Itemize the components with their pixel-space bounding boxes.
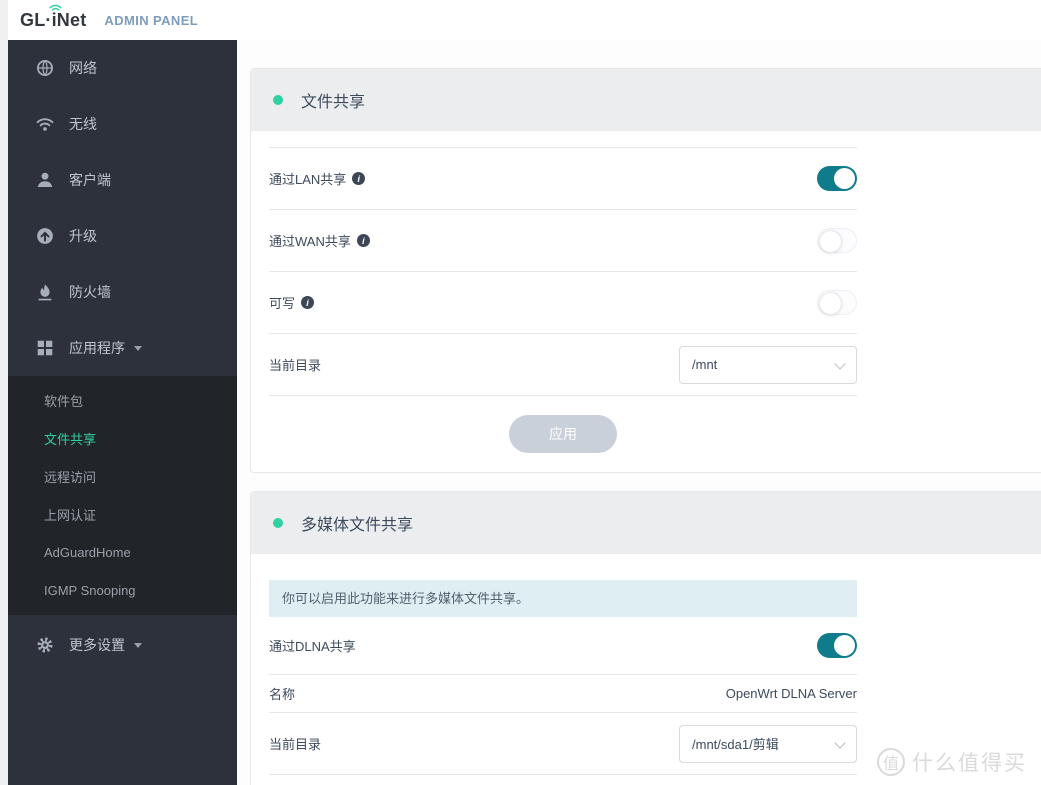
chevron-down-icon <box>134 345 142 351</box>
sidebar-item-label: 更多设置 <box>69 637 125 653</box>
green-dot-icon <box>273 518 283 528</box>
globe-icon <box>36 59 54 77</box>
select-value: /mnt <box>692 357 718 372</box>
dlna-directory-label: 当前目录 <box>269 737 322 752</box>
watermark-badge: 值 <box>877 748 905 776</box>
sidebar: 网络 无线 客户端 升级 防火墙 应用程序 软件包 文件共享 远程访问 上网认证… <box>8 40 237 785</box>
dlna-directory-row: 当前目录 /mnt/sda1/剪辑 <box>269 713 857 775</box>
smzdm-watermark: 值 什么值得买 <box>877 747 1027 777</box>
media-sharing-notice: 你可以启用此功能来进行多媒体文件共享。 <box>269 580 857 617</box>
chevron-down-icon <box>134 642 142 648</box>
sidebar-item-more-settings[interactable]: 更多设置 <box>8 617 237 673</box>
dlna-share-row: 通过DLNA共享 <box>269 617 857 675</box>
left-scrollbar-track[interactable] <box>0 0 8 785</box>
info-icon[interactable] <box>352 172 366 185</box>
dlna-name-value: OpenWrt DLNA Server <box>725 686 857 701</box>
lan-share-row: 通过LAN共享 <box>269 148 857 210</box>
dlna-name-label: 名称 <box>269 687 296 702</box>
sidebar-item-label: 应用程序 <box>69 340 125 356</box>
sidebar-item-wireless[interactable]: 无线 <box>8 96 237 152</box>
sidebar-item-label: 升级 <box>69 228 97 244</box>
info-icon[interactable] <box>356 234 370 247</box>
apply-button[interactable]: 应用 <box>509 415 617 453</box>
sidebar-item-label: 防火墙 <box>69 284 111 300</box>
sidebar-item-remote-access[interactable]: 远程访问 <box>8 457 237 495</box>
sidebar-item-packages[interactable]: 软件包 <box>8 381 237 419</box>
sidebar-item-captive-portal[interactable]: 上网认证 <box>8 495 237 533</box>
writable-label: 可写 <box>269 296 296 311</box>
sidebar-item-firewall[interactable]: 防火墙 <box>8 264 237 320</box>
file-sharing-card: 文件共享 通过LAN共享 通过WAN共享 <box>250 68 1041 473</box>
sidebar-item-clients[interactable]: 客户端 <box>8 152 237 208</box>
sidebar-item-label: 网络 <box>69 60 97 76</box>
file-sharing-card-body: 通过LAN共享 通过WAN共享 可写 <box>251 131 1041 472</box>
sub-item-label: IGMP Snooping <box>44 582 136 598</box>
info-icon[interactable] <box>301 296 315 309</box>
media-sharing-card-header: 多媒体文件共享 <box>251 492 1041 554</box>
sub-item-label: AdGuardHome <box>44 544 131 560</box>
sidebar-item-igmp-snooping[interactable]: IGMP Snooping <box>8 571 237 609</box>
dlna-directory-select[interactable]: /mnt/sda1/剪辑 <box>679 724 857 763</box>
dlna-name-row: 名称 OpenWrt DLNA Server <box>269 675 857 713</box>
sidebar-item-file-sharing[interactable]: 文件共享 <box>8 419 237 457</box>
glinet-logo: GL·iNet <box>20 4 87 31</box>
applications-submenu: 软件包 文件共享 远程访问 上网认证 AdGuardHome IGMP Snoo… <box>8 376 237 615</box>
sidebar-item-applications[interactable]: 应用程序 <box>8 320 237 376</box>
media-sharing-card-body: 你可以启用此功能来进行多媒体文件共享。 通过DLNA共享 名称 OpenWrt … <box>251 554 1041 775</box>
sidebar-item-network[interactable]: 网络 <box>8 40 237 96</box>
current-directory-select[interactable]: /mnt <box>679 345 857 384</box>
chevron-down-icon <box>834 736 846 749</box>
file-sharing-card-header: 文件共享 <box>251 69 1041 131</box>
chevron-down-icon <box>834 357 846 370</box>
admin-panel-label: ADMIN PANEL <box>104 12 199 28</box>
writable-row: 可写 <box>269 272 857 334</box>
sub-item-label: 远程访问 <box>44 469 97 485</box>
wifi-icon <box>36 115 54 133</box>
writable-toggle[interactable] <box>817 290 857 315</box>
card-title: 文件共享 <box>301 94 366 111</box>
dlna-share-label: 通过DLNA共享 <box>269 639 356 654</box>
select-value: /mnt/sda1/剪辑 <box>692 737 779 752</box>
lan-share-toggle[interactable] <box>817 166 857 191</box>
lan-share-label: 通过LAN共享 <box>269 172 347 187</box>
sub-item-label: 软件包 <box>44 393 84 409</box>
watermark-text: 什么值得买 <box>912 752 1027 775</box>
wan-share-label: 通过WAN共享 <box>269 234 351 249</box>
sub-item-label: 上网认证 <box>44 507 97 523</box>
wan-share-row: 通过WAN共享 <box>269 210 857 272</box>
apps-icon <box>36 339 54 357</box>
sub-item-label: 文件共享 <box>44 431 97 447</box>
upgrade-icon <box>36 227 54 245</box>
logo-text: GL·iNet <box>20 9 87 30</box>
sidebar-item-label: 无线 <box>69 116 97 132</box>
sidebar-item-label: 客户端 <box>69 172 111 188</box>
sidebar-item-upgrade[interactable]: 升级 <box>8 208 237 264</box>
current-directory-row: 当前目录 /mnt <box>269 334 857 396</box>
firewall-icon <box>36 283 54 301</box>
green-dot-icon <box>273 95 283 105</box>
sidebar-item-adguardhome[interactable]: AdGuardHome <box>8 533 237 571</box>
dlna-share-toggle[interactable] <box>817 633 857 658</box>
clients-icon <box>36 171 54 189</box>
gear-icon <box>36 636 54 654</box>
top-header: GL·iNet ADMIN PANEL <box>8 0 1041 40</box>
current-directory-label: 当前目录 <box>269 358 322 373</box>
media-sharing-card: 多媒体文件共享 你可以启用此功能来进行多媒体文件共享。 通过DLNA共享 名称 … <box>250 491 1041 785</box>
wan-share-toggle[interactable] <box>817 228 857 253</box>
card-title: 多媒体文件共享 <box>301 517 414 534</box>
main-content: 文件共享 通过LAN共享 通过WAN共享 <box>237 40 1041 785</box>
logo-wifi-icon <box>49 3 62 12</box>
